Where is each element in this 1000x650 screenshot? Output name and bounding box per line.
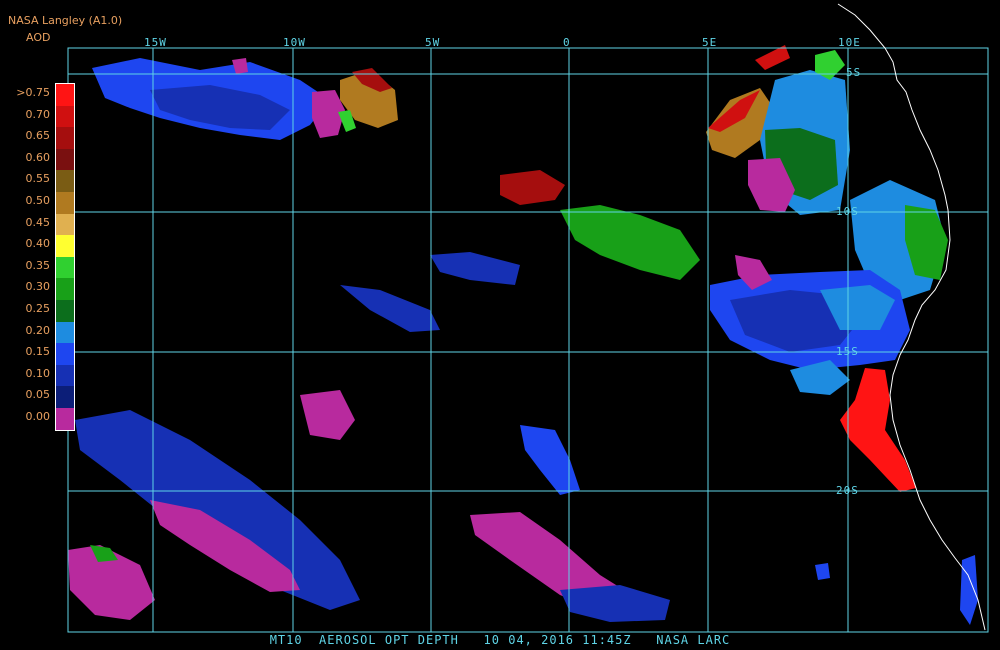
- colorbar-label: 0.60: [25, 150, 51, 164]
- patch-s-blue: [520, 425, 580, 495]
- lon-label-5w: 5W: [425, 36, 441, 49]
- colorbar-label: 0.00: [25, 410, 51, 423]
- colorbar-label: 0.25: [25, 302, 51, 315]
- lat-label-5s: 5S: [846, 66, 862, 79]
- colorbar-swatch: [56, 343, 74, 366]
- lon-label-5e: 5E: [702, 36, 718, 49]
- colorbar-swatch: [56, 170, 74, 193]
- colorbar-swatch: [56, 235, 74, 258]
- patch-central-streak: [340, 285, 440, 332]
- lat-label-10s: 10S: [836, 205, 859, 218]
- colorbar-swatch: [56, 105, 74, 128]
- aod-map: [67, 3, 989, 633]
- producer-label: NASA Langley (A1.0): [8, 14, 123, 27]
- colorbar-swatch: [56, 148, 74, 171]
- colorbar-label: 0.55: [25, 172, 51, 186]
- colorbar-label: 0.10: [25, 366, 51, 380]
- patch-s-blue-2: [560, 585, 670, 622]
- lat-label-20s: 20S: [836, 484, 859, 497]
- colorbar-label: >0.75: [16, 86, 50, 99]
- lon-label-0: 0: [563, 36, 571, 49]
- colorbar-label: 0.50: [25, 194, 51, 207]
- colorbar-label: 0.45: [25, 215, 51, 229]
- lon-label-10e: 10E: [838, 36, 861, 49]
- unit-label: AOD: [26, 31, 51, 44]
- lon-label-10w: 10W: [283, 36, 306, 49]
- colorbar-label: 0.70: [25, 107, 51, 121]
- patch-namibia-red: [840, 368, 916, 492]
- patch-ne-red-2: [755, 45, 790, 70]
- colorbar-swatch: [56, 213, 74, 236]
- patch-se-blue: [960, 555, 978, 625]
- colorbar-swatch: [56, 408, 74, 431]
- patch-central-red: [500, 170, 565, 205]
- product-footer: MT10 AEROSOL OPT DEPTH 10 04, 2016 11:45…: [269, 633, 731, 647]
- colorbar-label: 0.15: [25, 345, 51, 359]
- aod-patches: [68, 45, 978, 625]
- patch-s-magenta: [300, 390, 355, 440]
- patch-s-small: [815, 563, 830, 580]
- patch-central-blue: [430, 252, 520, 285]
- colorbar-swatch: [56, 127, 74, 150]
- colorbar-swatch: [56, 84, 74, 107]
- lat-label-15s: 15S: [836, 345, 859, 358]
- colorbar-label: 0.20: [25, 323, 51, 337]
- patch-central-green: [560, 205, 700, 280]
- colorbar-label: 0.40: [25, 237, 51, 251]
- lon-label-15w: 15W: [144, 36, 167, 49]
- colorbar-label: 0.35: [25, 258, 51, 272]
- colorbar-swatch: [56, 364, 74, 387]
- colorbar-swatch: [56, 321, 74, 344]
- colorbar-swatch: [56, 386, 74, 409]
- colorbar-swatch: [56, 300, 74, 323]
- colorbar-swatch: [56, 256, 74, 279]
- colorbar-label: 0.30: [25, 280, 51, 294]
- colorbar-label: 0.05: [25, 388, 51, 402]
- colorbar-swatch: [56, 278, 74, 301]
- colorbar-label: 0.65: [25, 129, 51, 143]
- colorbar-swatch: [56, 192, 74, 215]
